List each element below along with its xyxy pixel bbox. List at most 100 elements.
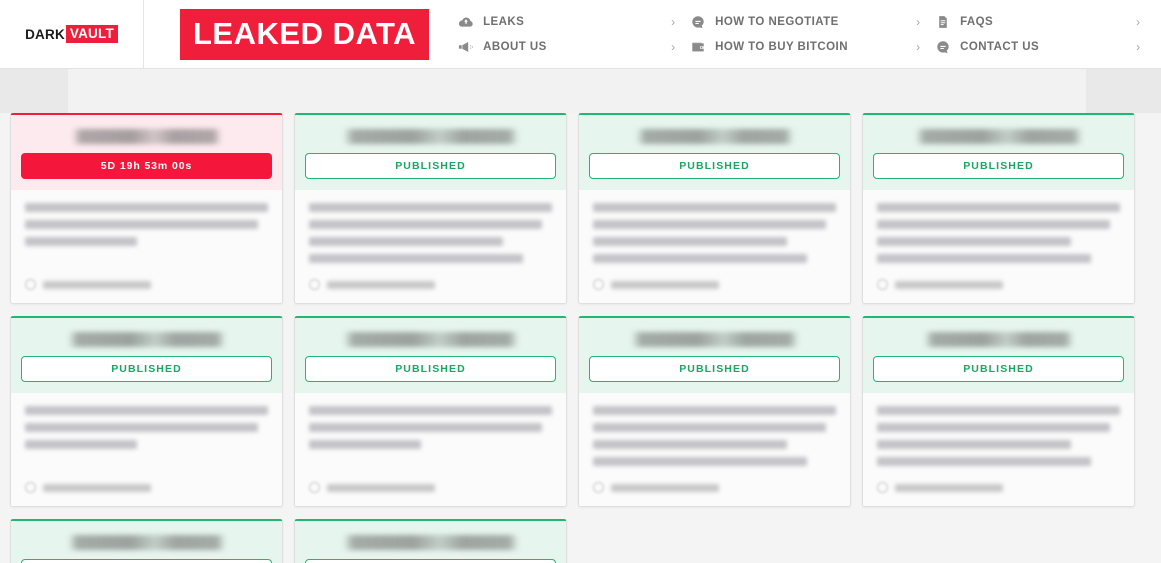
chevron-right-icon[interactable]: ›	[916, 16, 934, 28]
leak-card-header: PUBLISHED	[579, 318, 850, 393]
nav-item-faqs[interactable]: FAQS ›	[934, 12, 1154, 31]
leak-card[interactable]: PUBLISHED	[10, 519, 283, 563]
clock-icon	[877, 482, 888, 493]
leak-card-date	[895, 280, 1003, 289]
leak-card[interactable]: 5D 19h 53m 00s	[10, 113, 283, 304]
nav-item-how-to-buy-bitcoin[interactable]: HOW TO BUY BITCOIN ›	[689, 37, 934, 56]
status-badge-published[interactable]: PUBLISHED	[873, 153, 1124, 179]
leak-card-footer	[295, 271, 566, 303]
leak-card-footer	[863, 474, 1134, 506]
status-badge-published[interactable]: PUBLISHED	[305, 153, 556, 179]
clock-icon	[593, 279, 604, 290]
nav-item-about-us[interactable]: ABOUT US ›	[457, 37, 689, 56]
cloud-upload-icon	[457, 13, 474, 30]
description-line	[309, 203, 552, 212]
leak-card-date	[327, 483, 435, 492]
chevron-right-icon[interactable]: ›	[916, 41, 934, 53]
description-line	[25, 203, 268, 212]
status-badge-published[interactable]: PUBLISHED	[305, 356, 556, 382]
clock-icon	[309, 279, 320, 290]
leak-card-title	[630, 332, 799, 347]
leak-card[interactable]: PUBLISHED	[10, 316, 283, 507]
leak-card-footer	[295, 474, 566, 506]
site-header: DARK VAULT LEAKED DATA LEAKS › ABOUT US …	[0, 0, 1161, 69]
leak-card[interactable]: PUBLISHED	[578, 316, 851, 507]
leak-card-title	[342, 332, 519, 347]
status-badge-published[interactable]: PUBLISHED	[21, 356, 272, 382]
leak-card-description	[295, 190, 566, 271]
description-line	[309, 440, 421, 449]
logo-cell[interactable]: DARK VAULT	[0, 0, 144, 68]
leak-card-description	[11, 393, 282, 474]
leak-card-header: PUBLISHED	[579, 115, 850, 190]
status-badge-published[interactable]: PUBLISHED	[873, 356, 1124, 382]
description-line	[877, 406, 1120, 415]
leak-card-header: PUBLISHED	[863, 318, 1134, 393]
description-line	[25, 423, 259, 432]
leak-card[interactable]: PUBLISHED	[862, 316, 1135, 507]
leak-card-title	[342, 129, 519, 144]
leaked-data-banner: LEAKED DATA	[180, 8, 430, 60]
leak-card-header: PUBLISHED	[295, 521, 566, 563]
nav-column-3: FAQS › CONTACT US ›	[934, 0, 1154, 68]
leak-card-title	[67, 332, 226, 347]
chevron-right-icon[interactable]: ›	[1136, 41, 1154, 53]
description-line	[593, 423, 827, 432]
nav-label-faqs: FAQS	[960, 15, 994, 28]
description-line	[593, 237, 788, 246]
leak-card[interactable]: PUBLISHED	[862, 113, 1135, 304]
description-line	[877, 457, 1091, 466]
leak-card-description	[295, 393, 566, 474]
nav-label-how-to-negotiate: HOW TO NEGOTIATE	[715, 15, 839, 28]
leak-card-date	[895, 483, 1003, 492]
leak-card-title	[71, 129, 222, 144]
leak-card-description	[863, 190, 1134, 271]
chat-bubble-icon	[934, 38, 951, 55]
leak-card[interactable]: PUBLISHED	[294, 519, 567, 563]
description-line	[309, 254, 523, 263]
site-logo[interactable]: DARK VAULT	[25, 25, 118, 43]
megaphone-icon	[457, 38, 474, 55]
chevron-right-icon[interactable]: ›	[1136, 16, 1154, 28]
description-line	[593, 203, 836, 212]
leak-card-header: PUBLISHED	[863, 115, 1134, 190]
description-line	[877, 423, 1111, 432]
countdown-timer-badge[interactable]: 5D 19h 53m 00s	[21, 153, 272, 179]
status-badge-published[interactable]: PUBLISHED	[589, 356, 840, 382]
chevron-right-icon[interactable]: ›	[671, 41, 689, 53]
logo-text-dark: DARK	[25, 26, 65, 42]
nav-item-leaks[interactable]: LEAKS ›	[457, 12, 689, 31]
leak-card-title	[635, 129, 794, 144]
page-root: DARK VAULT LEAKED DATA LEAKS › ABOUT US …	[0, 0, 1161, 563]
leak-card-title	[914, 129, 1083, 144]
clock-icon	[877, 279, 888, 290]
description-line	[877, 203, 1120, 212]
status-badge-published[interactable]: PUBLISHED	[589, 153, 840, 179]
description-line	[593, 457, 807, 466]
description-line	[593, 406, 836, 415]
clock-icon	[309, 482, 320, 493]
nav-item-contact-us[interactable]: CONTACT US ›	[934, 37, 1154, 56]
leak-card[interactable]: PUBLISHED	[294, 316, 567, 507]
logo-text-accent: VAULT	[65, 25, 118, 43]
leak-card-header: 5D 19h 53m 00s	[11, 115, 282, 190]
description-line	[877, 220, 1111, 229]
leak-card-footer	[579, 474, 850, 506]
leak-card-header: PUBLISHED	[11, 521, 282, 563]
description-line	[877, 254, 1091, 263]
leak-card-title	[923, 332, 1074, 347]
status-badge-published[interactable]: PUBLISHED	[21, 559, 272, 563]
clock-icon	[25, 279, 36, 290]
main-navigation: LEAKS › ABOUT US › HOW TO NEGOTIATE › HO…	[449, 0, 1161, 68]
chevron-right-icon[interactable]: ›	[671, 16, 689, 28]
leak-card[interactable]: PUBLISHED	[294, 113, 567, 304]
description-line	[877, 440, 1072, 449]
leak-card[interactable]: PUBLISHED	[578, 113, 851, 304]
description-line	[25, 237, 137, 246]
description-line	[25, 220, 259, 229]
document-icon	[934, 13, 951, 30]
description-line	[25, 406, 268, 415]
nav-item-how-to-negotiate[interactable]: HOW TO NEGOTIATE ›	[689, 12, 934, 31]
status-badge-published[interactable]: PUBLISHED	[305, 559, 556, 563]
chat-bubble-icon	[689, 13, 706, 30]
